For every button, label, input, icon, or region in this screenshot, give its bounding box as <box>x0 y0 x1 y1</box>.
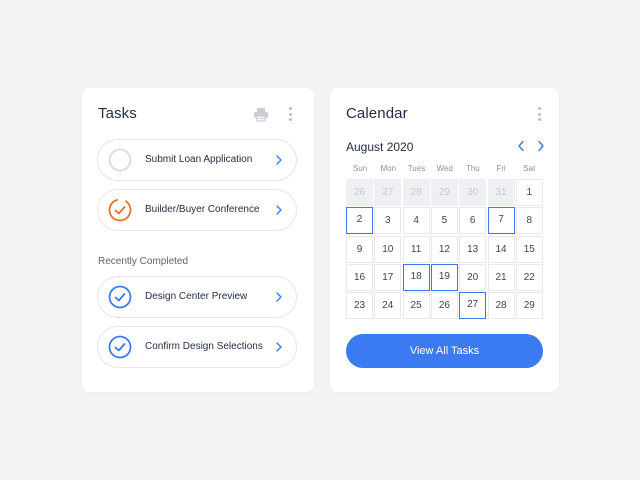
calendar-day[interactable]: 13 <box>459 235 487 263</box>
calendar-day[interactable]: 1 <box>515 179 543 206</box>
calendar-day[interactable]: 3 <box>374 207 402 235</box>
calendar-day[interactable]: 17 <box>374 263 402 291</box>
chevron-right-icon[interactable] <box>536 140 546 152</box>
calendar-day[interactable]: 18 <box>402 263 430 291</box>
calendar-day[interactable]: 6 <box>459 207 487 235</box>
calendar-day-outside-month: 30 <box>459 179 487 206</box>
calendar-day-outside-month: 28 <box>402 179 430 206</box>
chevron-right-icon <box>276 342 282 352</box>
weekday-tue: Tues <box>407 164 426 173</box>
task-builder-buyer-conference[interactable]: Builder/Buyer Conference <box>97 189 297 231</box>
weekday-sun: Sun <box>352 164 368 173</box>
calendar-day[interactable]: 4 <box>402 207 430 235</box>
task-submit-loan-application[interactable]: Submit Loan Application <box>97 139 297 181</box>
weekday-header: Sun Mon Tues Wed Thu Fri Sat <box>346 164 543 173</box>
calendar-day[interactable]: 7 <box>487 207 515 235</box>
task-label: Design Center Preview <box>145 291 248 302</box>
task-design-center-preview[interactable]: Design Center Preview <box>97 276 297 318</box>
empty-circle-icon <box>108 148 132 172</box>
calendar-day[interactable]: 20 <box>459 263 487 291</box>
calendar-day[interactable]: 27 <box>459 292 487 320</box>
weekday-mon: Mon <box>380 164 397 173</box>
calendar-card: Calendar August 2020 Sun Mon Tues Wed Th… <box>330 88 559 392</box>
calendar-day[interactable]: 19 <box>430 263 458 291</box>
calendar-day[interactable]: 9 <box>346 235 373 263</box>
calendar-day-outside-month: 31 <box>487 179 515 206</box>
calendar-day[interactable]: 25 <box>402 292 430 320</box>
weekday-wed: Wed <box>436 164 453 173</box>
chevron-right-icon <box>276 292 282 302</box>
calendar-day[interactable]: 2 <box>346 207 373 235</box>
calendar-day-outside-month: 27 <box>374 179 402 206</box>
calendar-day-outside-month: 29 <box>430 179 458 206</box>
check-circle-icon <box>108 335 132 359</box>
tasks-title: Tasks <box>98 105 137 122</box>
calendar-menu-icon[interactable] <box>536 107 542 123</box>
weekday-thu: Thu <box>465 164 480 173</box>
month-label: August 2020 <box>346 140 414 154</box>
calendar-day[interactable]: 23 <box>346 292 373 320</box>
task-label: Submit Loan Application <box>145 154 253 165</box>
calendar-day[interactable]: 8 <box>515 207 543 235</box>
calendar-day[interactable]: 29 <box>515 292 543 320</box>
task-label: Builder/Buyer Conference <box>145 204 260 215</box>
chevron-left-icon[interactable] <box>516 140 526 152</box>
recently-completed-label: Recently Completed <box>98 256 189 267</box>
view-all-tasks-button[interactable]: View All Tasks <box>346 334 543 368</box>
calendar-day[interactable]: 24 <box>374 292 402 320</box>
calendar-day[interactable]: 11 <box>402 235 430 263</box>
weekday-sat: Sat <box>523 164 536 173</box>
calendar-day[interactable]: 10 <box>374 235 402 263</box>
tasks-card: Tasks Submit Loan Application Builder/Bu… <box>82 88 314 392</box>
calendar-title: Calendar <box>346 105 408 122</box>
calendar-day[interactable]: 26 <box>430 292 458 320</box>
calendar-day-outside-month: 26 <box>346 179 373 206</box>
task-label: Confirm Design Selections <box>145 341 263 352</box>
weekday-fri: Fri <box>496 164 506 173</box>
calendar-day[interactable]: 28 <box>487 292 515 320</box>
chevron-right-icon <box>276 205 282 215</box>
in-progress-check-icon <box>108 198 132 222</box>
calendar-day[interactable]: 16 <box>346 263 373 291</box>
calendar-day[interactable]: 12 <box>430 235 458 263</box>
calendar-day[interactable]: 22 <box>515 263 543 291</box>
tasks-menu-icon[interactable] <box>287 107 293 123</box>
printer-icon[interactable] <box>253 107 269 122</box>
chevron-right-icon <box>276 155 282 165</box>
calendar-day[interactable]: 15 <box>515 235 543 263</box>
calendar-day[interactable]: 14 <box>487 235 515 263</box>
check-circle-icon <box>108 285 132 309</box>
calendar-day[interactable]: 21 <box>487 263 515 291</box>
calendar-day[interactable]: 5 <box>430 207 458 235</box>
task-confirm-design-selections[interactable]: Confirm Design Selections <box>97 326 297 368</box>
